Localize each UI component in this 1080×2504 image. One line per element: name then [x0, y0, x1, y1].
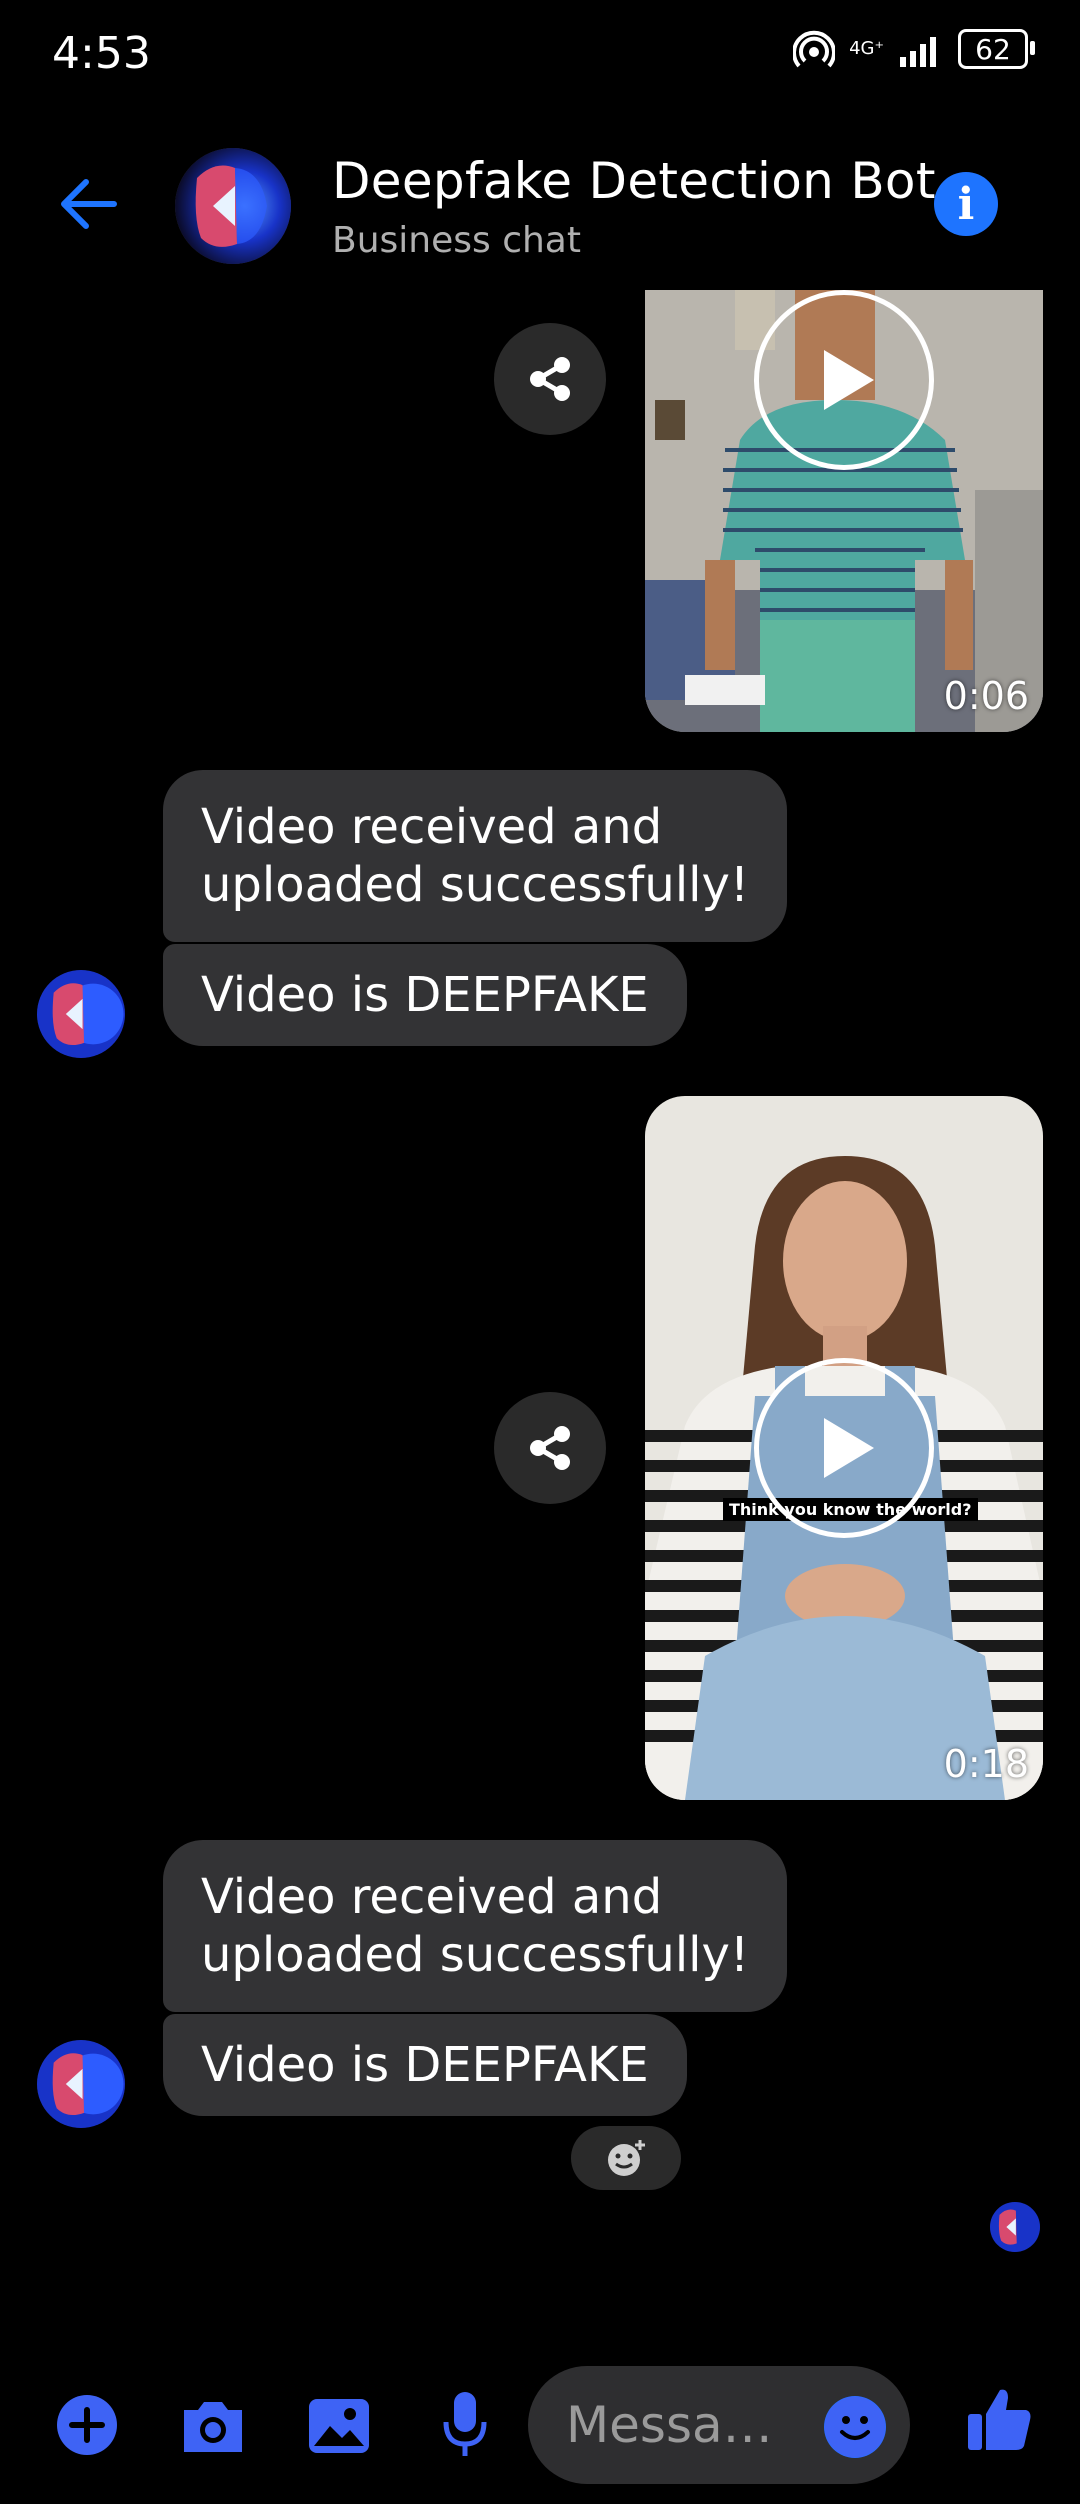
message-text: Video is DEEPFAKE [201, 2037, 649, 2093]
share-button[interactable] [494, 1392, 606, 1504]
like-button[interactable] [964, 2384, 1034, 2458]
battery-level: 62 [975, 32, 1011, 66]
video-message-2[interactable]: Think you know the world? 0:18 [645, 1096, 1043, 1800]
hotspot-icon [793, 30, 836, 68]
back-arrow-icon[interactable] [56, 176, 120, 232]
chat-title: Deepfake Detection Bot [332, 152, 936, 210]
bot-avatar-small[interactable] [37, 970, 125, 1058]
signal-icon [900, 37, 936, 67]
play-icon [824, 350, 874, 410]
status-icons: 4G⁺ 62 [793, 28, 1035, 70]
share-button[interactable] [494, 323, 606, 435]
play-button[interactable] [754, 290, 934, 470]
video-message-1[interactable]: 0:06 [645, 290, 1043, 732]
image-icon [309, 2399, 369, 2453]
network-type: 4G⁺ [849, 38, 884, 59]
bot-avatar[interactable] [175, 148, 291, 264]
message-text: Video received and uploaded successfully… [201, 799, 750, 913]
video-duration: 0:18 [943, 1742, 1029, 1786]
add-reaction-icon [608, 2140, 645, 2176]
message-bubble[interactable]: Video is DEEPFAKE [163, 2014, 687, 2116]
info-icon[interactable]: i [934, 172, 998, 236]
video-duration: 0:06 [943, 674, 1029, 718]
share-icon [530, 1426, 570, 1470]
microphone-icon [443, 2392, 487, 2456]
plus-icon [57, 2395, 117, 2455]
bot-avatar-small[interactable] [37, 2040, 125, 2128]
camera-button[interactable] [178, 2396, 248, 2460]
gallery-button[interactable] [306, 2396, 372, 2460]
smiley-icon [825, 2397, 885, 2457]
add-button[interactable] [56, 2394, 118, 2460]
message-bubble[interactable]: Video is DEEPFAKE [163, 944, 687, 1046]
message-bubble[interactable]: Video received and uploaded successfully… [163, 770, 788, 942]
camera-icon [184, 2402, 242, 2452]
play-icon [824, 1418, 874, 1478]
message-bubble[interactable]: Video received and uploaded successfully… [163, 1840, 788, 2012]
emoji-button[interactable] [824, 2396, 886, 2458]
add-reaction-button[interactable] [571, 2126, 681, 2190]
chat-subtitle: Business chat [332, 220, 581, 261]
play-button[interactable] [754, 1358, 934, 1538]
message-placeholder: Messa… [566, 2396, 773, 2454]
thumbs-up-icon [968, 2389, 1031, 2450]
battery-indicator: 62 [958, 29, 1035, 69]
microphone-button[interactable] [440, 2390, 490, 2464]
status-time: 4:53 [52, 28, 151, 79]
message-text: Video is DEEPFAKE [201, 967, 649, 1023]
network-label: 4G⁺ [849, 40, 884, 58]
seen-avatar [990, 2202, 1040, 2252]
message-text: Video received and uploaded successfully… [201, 1869, 750, 1983]
share-icon [530, 357, 570, 401]
